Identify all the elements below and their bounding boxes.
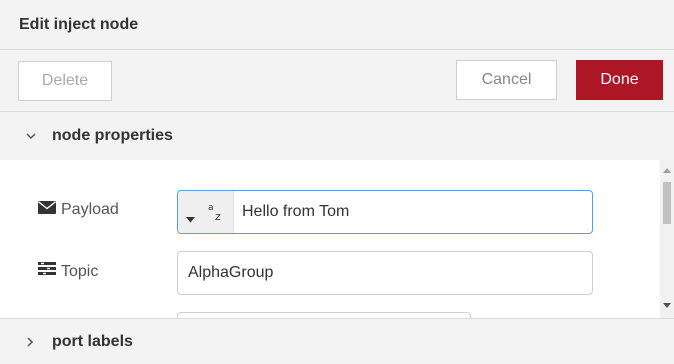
svg-text:z: z <box>215 210 221 223</box>
topic-input[interactable]: AlphaGroup <box>177 251 593 295</box>
payload-value: Hello from Tom <box>242 203 350 220</box>
scrollbar-thumb[interactable] <box>663 182 671 224</box>
payload-type-selector[interactable]: a z <box>178 191 234 233</box>
chevron-down-icon <box>26 112 36 160</box>
properties-scrollbar[interactable] <box>660 160 674 318</box>
scroll-down-arrow-icon[interactable] <box>663 303 671 308</box>
tasks-list-icon <box>38 262 56 281</box>
scroll-up-arrow-icon[interactable] <box>663 168 671 173</box>
port-labels-label: port labels <box>52 332 133 350</box>
delete-button[interactable]: Delete <box>18 61 112 101</box>
svg-text:a: a <box>208 203 214 213</box>
node-properties-label: node properties <box>52 127 173 144</box>
topic-value: AlphaGroup <box>188 264 274 281</box>
topic-label: Topic <box>61 262 99 280</box>
port-labels-header[interactable]: port labels <box>0 318 674 364</box>
string-type-az-icon: a z <box>208 201 226 228</box>
node-properties-header[interactable]: node properties <box>0 112 674 160</box>
payload-row-label: Payload <box>38 201 119 219</box>
node-properties-panel: Payload a z Hello from Tom Topic AlphaGr… <box>0 160 660 318</box>
dialog-toolbar: Delete Cancel Done <box>0 50 674 112</box>
caret-down-icon <box>186 210 195 228</box>
cancel-button[interactable]: Cancel <box>456 60 557 100</box>
payload-label: Payload <box>61 201 119 218</box>
topic-row-label: Topic <box>38 262 98 281</box>
dialog-title-bar: Edit inject node <box>0 0 674 50</box>
payload-typed-input[interactable]: a z Hello from Tom <box>177 190 593 234</box>
envelope-icon <box>38 201 56 219</box>
done-button[interactable]: Done <box>576 60 663 100</box>
dialog-title: Edit inject node <box>19 16 139 33</box>
chevron-right-icon <box>26 319 34 364</box>
